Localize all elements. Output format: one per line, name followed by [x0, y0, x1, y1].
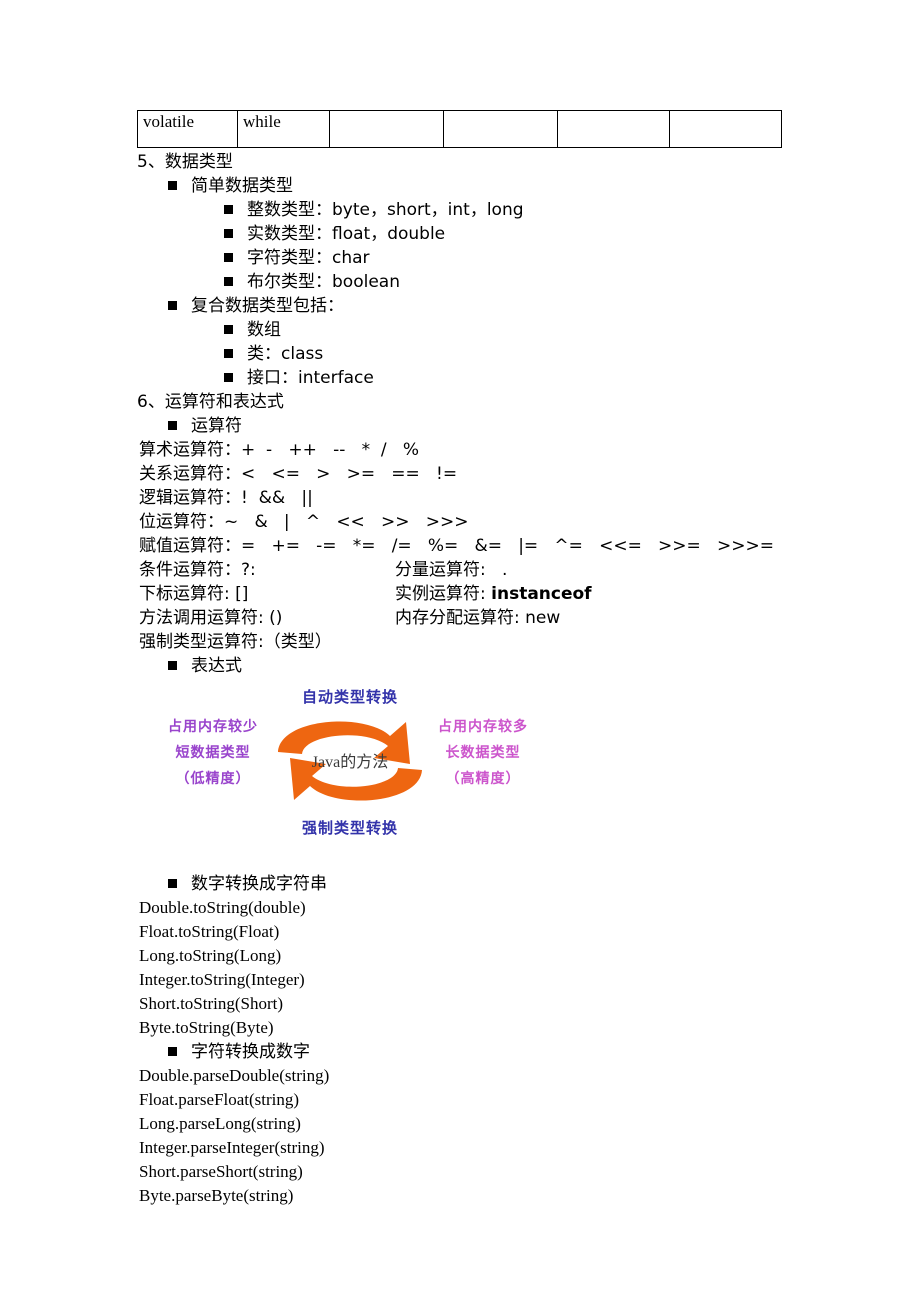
operator-line-bitwise: 位运算符：~ & | ^ << >> >>> [139, 512, 469, 532]
section-heading-5-title: 数据类型 [164, 152, 233, 172]
operator-line-logical: 逻辑运算符：! && || [139, 488, 313, 508]
code-line: Float.parseFloat(string) [139, 1090, 300, 1109]
section-heading-5: 5、数据类型 [0, 150, 920, 174]
instanceof-keyword: instanceof [491, 584, 592, 604]
keyword-table: volatile while [137, 110, 782, 148]
list-item-expressions: 表达式 [0, 654, 920, 678]
diagram-left-labels: 占用内存较少 短数据类型 （低精度） [138, 714, 288, 792]
table-cell [329, 110, 444, 148]
list-item: 复合数据类型包括： [0, 294, 920, 318]
list-item-label: 实数类型：float，double [247, 224, 446, 244]
diagram-left-line-2: 短数据类型 [175, 745, 251, 761]
square-bullet-icon [168, 879, 177, 888]
operator-line-arithmetic: 算术运算符：+ - ++ -- * / % [139, 440, 419, 460]
operator-right-label: 分量运算符: . [395, 560, 508, 580]
list-item-label: 整数类型：byte，short，int，long [247, 200, 524, 220]
operator-left-label: 下标运算符: [] [139, 584, 249, 604]
square-bullet-icon [168, 421, 177, 430]
square-bullet-icon [224, 277, 233, 286]
code-line: Long.toString(Long) [139, 946, 282, 965]
code-line: Short.parseShort(string) [139, 1162, 303, 1181]
operator-pair-invocation: 方法调用运算符: () 内存分配运算符: new [0, 606, 920, 630]
square-bullet-icon [168, 181, 177, 190]
list-item: 布尔类型：boolean [0, 270, 920, 294]
table-row: volatile while [137, 110, 782, 148]
square-bullet-icon [224, 253, 233, 262]
list-item-operators: 运算符 [0, 414, 920, 438]
diagram-right-line-2: 长数据类型 [445, 745, 521, 761]
operator-right-label: 内存分配运算符: new [395, 608, 561, 628]
list-item-label: 数组 [247, 320, 281, 340]
code-line: Long.parseLong(string) [139, 1114, 301, 1133]
list-item-label: 简单数据类型 [191, 176, 293, 196]
square-bullet-icon [168, 1047, 177, 1056]
list-item-label: 字符类型：char [247, 248, 370, 268]
table-cell [443, 110, 558, 148]
operator-line-cast: 强制类型运算符:（类型） [139, 632, 332, 652]
diagram-title-forced-conversion: 强制类型转换 [301, 819, 398, 837]
square-bullet-icon [224, 349, 233, 358]
list-item-label: 复合数据类型包括： [191, 296, 344, 316]
diagram-left-line-1: 占用内存较少 [168, 719, 258, 735]
operator-left-label: 方法调用运算符: () [139, 608, 283, 628]
list-item-num-to-string: 数字转换成字符串 [0, 872, 920, 896]
list-item: 简单数据类型 [0, 174, 920, 198]
diagram-center-label: Java的方法 [275, 748, 425, 772]
list-item: 类：class [0, 342, 920, 366]
diagram-right-line-3: （高精度） [445, 771, 521, 787]
list-item-label: 类：class [247, 344, 324, 364]
list-item: 接口：interface [0, 366, 920, 390]
square-bullet-icon [224, 373, 233, 382]
diagram-right-labels: 占用内存较多 长数据类型 （高精度） [408, 714, 558, 792]
list-item: 字符类型：char [0, 246, 920, 270]
code-line: Byte.parseByte(string) [139, 1186, 294, 1205]
diagram-center-cjk: 的方法 [340, 752, 389, 771]
diagram-title-auto-conversion: 自动类型转换 [301, 688, 398, 706]
list-item-label: 运算符 [191, 416, 242, 436]
code-line: Double.parseDouble(string) [139, 1066, 330, 1085]
square-bullet-icon [168, 301, 177, 310]
table-cell [557, 110, 670, 148]
list-item: 整数类型：byte，short，int，long [0, 198, 920, 222]
document-body: 5、数据类型 简单数据类型 整数类型：byte，short，int，long 实… [0, 150, 920, 678]
square-bullet-icon [168, 661, 177, 670]
operator-pair-conditional: 条件运算符：?: 分量运算符: . [0, 558, 920, 582]
code-line: Integer.toString(Integer) [139, 970, 305, 989]
diagram-left-line-3: （低精度） [175, 771, 251, 787]
section-heading-6-number: 6、 [137, 392, 165, 412]
square-bullet-icon [224, 325, 233, 334]
list-item: 实数类型：float，double [0, 222, 920, 246]
section-heading-6-title: 运算符和表达式 [164, 392, 284, 412]
table-cell [669, 110, 782, 148]
table-cell: volatile [137, 110, 238, 148]
list-item-label: 表达式 [191, 656, 242, 676]
list-item: 数组 [0, 318, 920, 342]
code-line: Float.toString(Float) [139, 922, 280, 941]
list-item-string-to-num: 字符转换成数字 [0, 1040, 920, 1064]
operator-line-assignment: 赋值运算符：= += -= *= /= %= &= |= ^= <<= >>= … [139, 536, 774, 556]
operator-left-label: 条件运算符：?: [139, 560, 256, 580]
square-bullet-icon [224, 205, 233, 214]
code-line: Integer.parseInteger(string) [139, 1138, 325, 1157]
square-bullet-icon [224, 229, 233, 238]
operator-line-relational: 关系运算符：< <= > >= == != [139, 464, 458, 484]
diagram-center-latin: Java [311, 754, 341, 771]
operator-pair-subscript: 下标运算符: [] 实例运算符: instanceof [0, 582, 920, 606]
code-line: Double.toString(double) [139, 898, 306, 917]
code-line: Short.toString(Short) [139, 994, 284, 1013]
num-to-string-section: 数字转换成字符串 Double.toString(double) Float.t… [0, 872, 920, 1208]
diagram-right-line-1: 占用内存较多 [438, 719, 528, 735]
section-heading-5-number: 5、 [137, 152, 165, 172]
operator-right-label: 实例运算符: [395, 584, 492, 604]
list-item-label: 数字转换成字符串 [191, 874, 327, 894]
list-item-label: 接口：interface [247, 368, 374, 388]
document-page: volatile while 5、数据类型 简单数据类型 整数类型：byte，s… [0, 0, 920, 1302]
type-conversion-diagram: 自动类型转换 占用内存较少 短数据类型 （低精度） 占用内存较多 长数据类型 （… [140, 686, 560, 846]
operator-right-group: 实例运算符: instanceof [395, 582, 592, 606]
table-cell: while [237, 110, 330, 148]
section-heading-6: 6、运算符和表达式 [0, 390, 920, 414]
list-item-label: 布尔类型：boolean [247, 272, 400, 292]
list-item-label: 字符转换成数字 [191, 1042, 310, 1062]
code-line: Byte.toString(Byte) [139, 1018, 274, 1037]
